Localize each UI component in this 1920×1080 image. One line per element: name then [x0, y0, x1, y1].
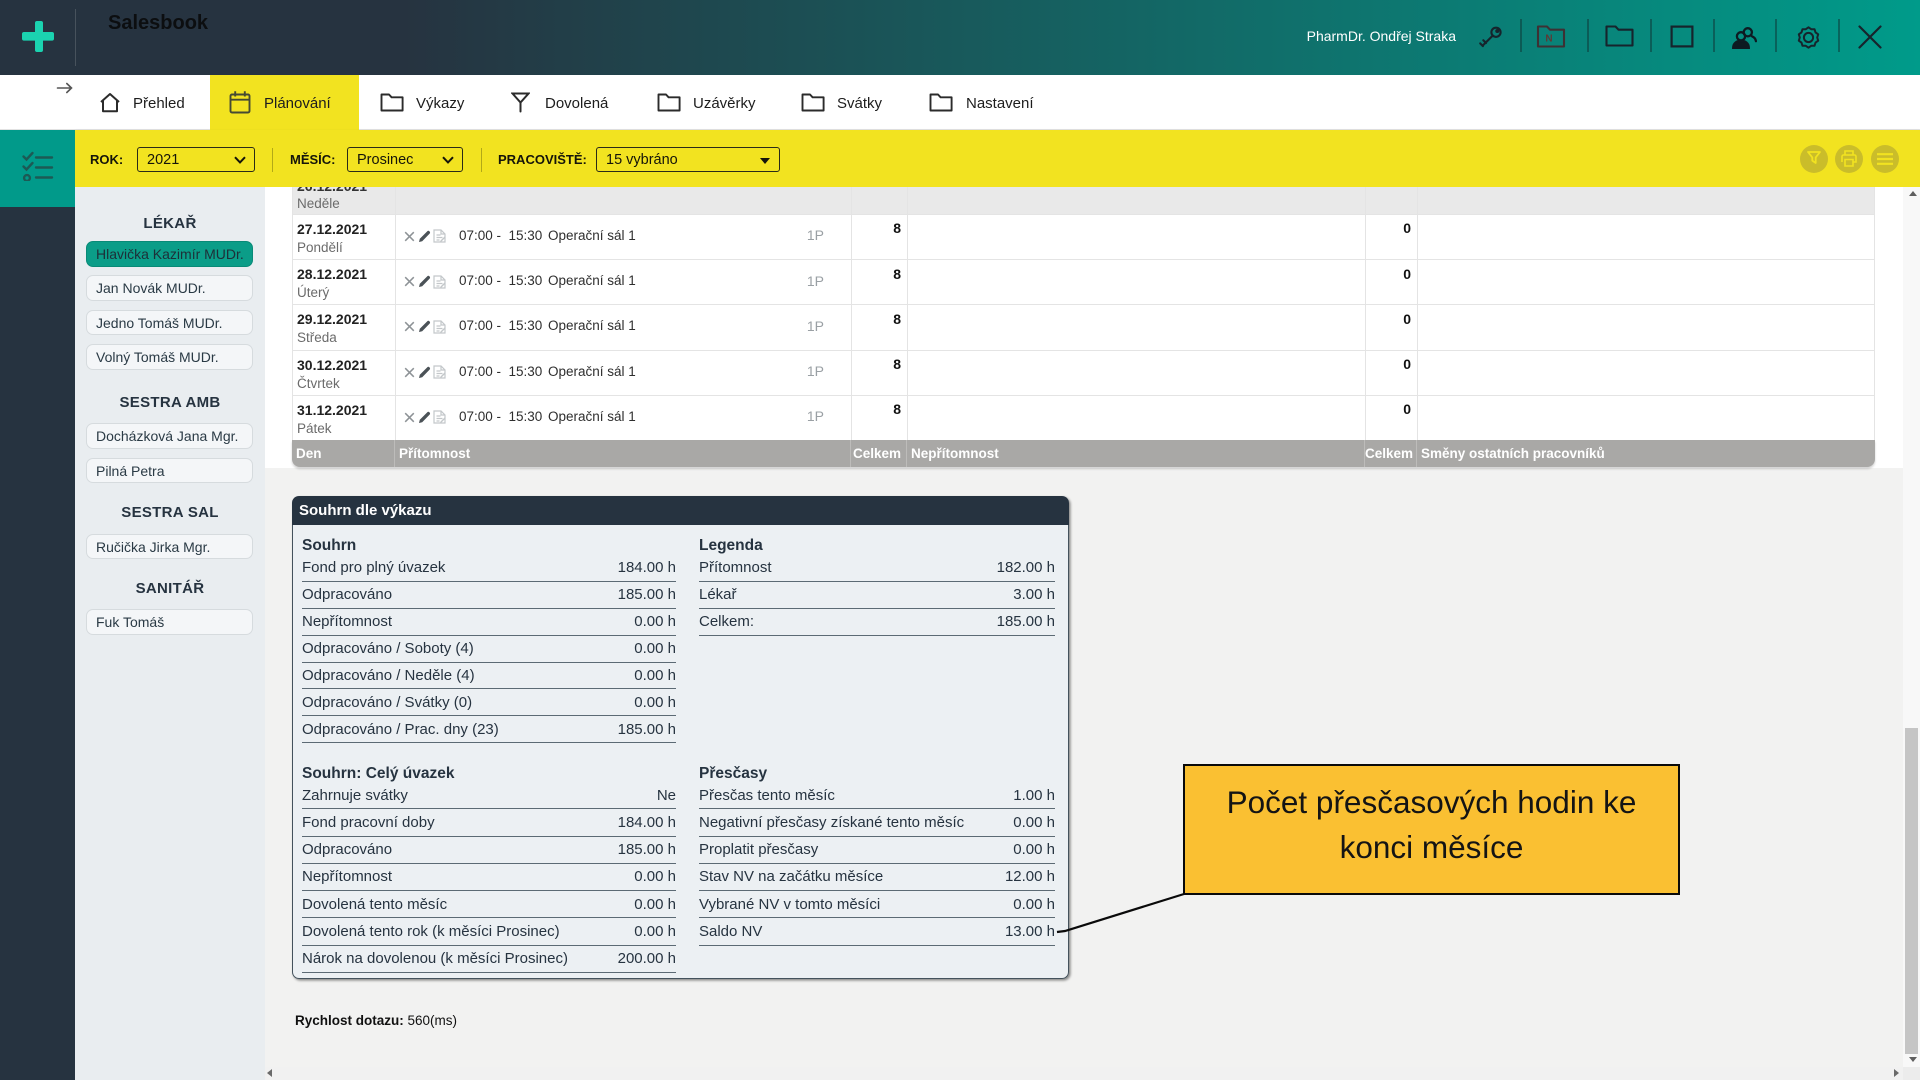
- svg-text:N: N: [1545, 34, 1552, 45]
